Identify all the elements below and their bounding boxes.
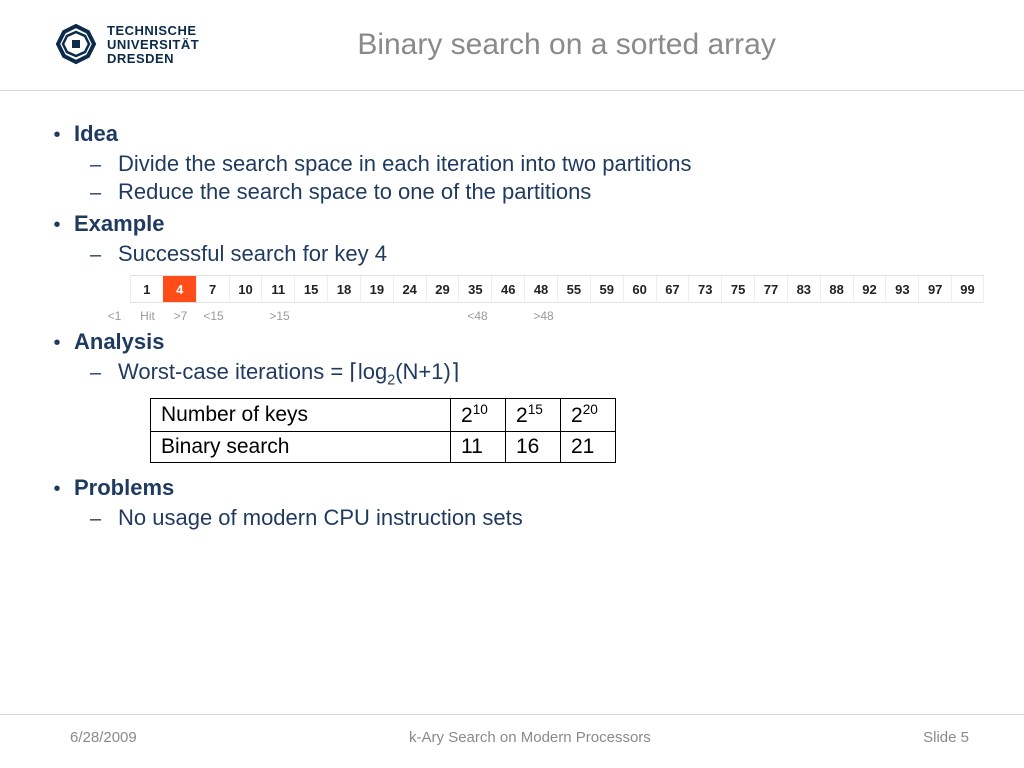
section-analysis: Analysis: [74, 329, 165, 355]
slide-footer: 6/28/2009 k-Ary Search on Modern Process…: [0, 714, 1024, 768]
analysis-table: Number of keys 210 215 220 Binary search…: [150, 398, 616, 463]
table-cell: 210: [451, 399, 506, 432]
array-cell: 48: [524, 276, 557, 302]
section-idea: Idea: [74, 121, 118, 147]
array-annotation: [395, 309, 428, 323]
array-annotation: Hit: [131, 309, 164, 323]
array-annotation: <48: [461, 309, 494, 323]
array-cell: 77: [754, 276, 787, 302]
table-cell: 11: [451, 432, 506, 463]
slide-title: Binary search on a sorted array: [199, 28, 994, 62]
array-annotation: >48: [527, 309, 560, 323]
array-cell: 24: [393, 276, 426, 302]
array-annotation: [428, 309, 461, 323]
section-problems: Problems: [74, 475, 174, 501]
array-cell: 35: [458, 276, 491, 302]
table-header-binary: Binary search: [151, 432, 451, 463]
section-example: Example: [74, 211, 165, 237]
table-cell: 215: [506, 399, 561, 432]
array-cell: 83: [787, 276, 820, 302]
array-cell: 60: [623, 276, 656, 302]
array-cell: 67: [656, 276, 689, 302]
idea-item-2: Reduce the search space to one of the pa…: [118, 179, 591, 205]
university-logo: TECHNISCHE UNIVERSITÄT DRESDEN: [55, 24, 199, 67]
slide: TECHNISCHE UNIVERSITÄT DRESDEN Binary se…: [0, 0, 1024, 768]
table-row: Binary search 11 16 21: [151, 432, 616, 463]
footer-title: k-Ary Search on Modern Processors: [409, 729, 651, 746]
array-cell: 73: [688, 276, 721, 302]
logo-icon: [55, 24, 97, 66]
array-annotation: <1: [98, 309, 131, 323]
array-annotation: [230, 309, 263, 323]
array-cell: 93: [885, 276, 918, 302]
array-cell: 97: [918, 276, 951, 302]
table-cell: 220: [561, 399, 616, 432]
array-annotation: <15: [197, 309, 230, 323]
array-cell: 4: [163, 276, 196, 302]
array-cell: 46: [491, 276, 524, 302]
array-cell: 75: [721, 276, 754, 302]
array-cell: 1: [130, 276, 163, 302]
footer-slide-number: Slide 5: [923, 729, 969, 746]
logo-text: TECHNISCHE UNIVERSITÄT DRESDEN: [107, 24, 199, 67]
slide-body: •Idea –Divide the search space in each i…: [0, 91, 1024, 531]
table-cell: 16: [506, 432, 561, 463]
array-cell: 55: [557, 276, 590, 302]
array-annotation: [362, 309, 395, 323]
array-cell: 99: [951, 276, 984, 302]
array-cell: 7: [196, 276, 229, 302]
array-annotation: >15: [263, 309, 296, 323]
slide-header: TECHNISCHE UNIVERSITÄT DRESDEN Binary se…: [0, 0, 1024, 90]
table-row: Number of keys 210 215 220: [151, 399, 616, 432]
array-cell: 19: [360, 276, 393, 302]
table-cell: 21: [561, 432, 616, 463]
array-annotation: [296, 309, 329, 323]
array-cell: 11: [261, 276, 294, 302]
array-cell: 88: [820, 276, 853, 302]
example-item-1: Successful search for key 4: [118, 241, 387, 267]
array-annotations: <1Hit>7<15 >15 <48 >48: [40, 309, 984, 323]
idea-item-1: Divide the search space in each iteratio…: [118, 151, 692, 177]
array-cell: 29: [426, 276, 459, 302]
array-annotation: >7: [164, 309, 197, 323]
array-cell: 15: [294, 276, 327, 302]
problems-item-1: No usage of modern CPU instruction sets: [118, 505, 523, 531]
array-visualization: 1471011151819242935464855596067737577838…: [40, 275, 984, 303]
array-annotation: [494, 309, 527, 323]
array-cell: 92: [853, 276, 886, 302]
footer-date: 6/28/2009: [70, 729, 137, 746]
array-annotation: [329, 309, 362, 323]
array-cell: 59: [590, 276, 623, 302]
analysis-formula: Worst-case iterations = ⌈log2(N+1)⌉: [118, 359, 459, 388]
table-header-keys: Number of keys: [151, 399, 451, 432]
array-cell: 10: [229, 276, 262, 302]
array-cell: 18: [327, 276, 360, 302]
